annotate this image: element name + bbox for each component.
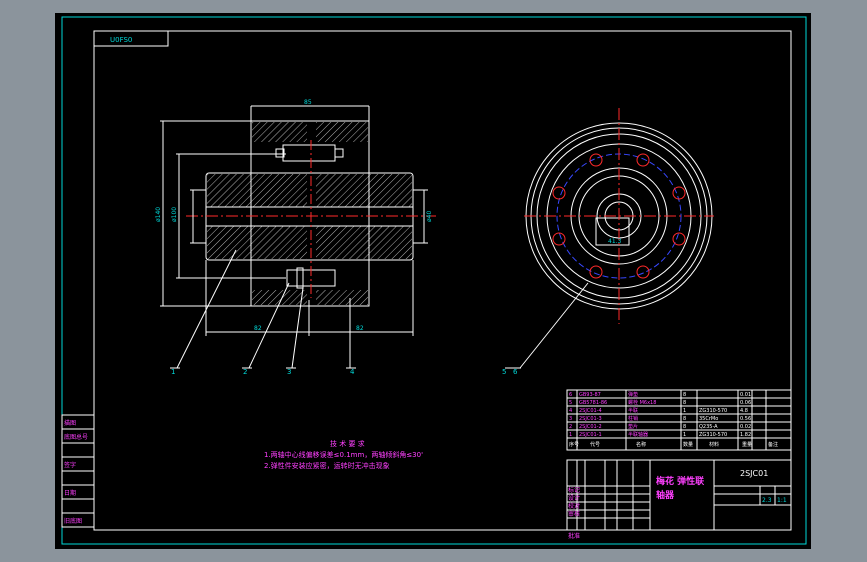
dim-left-length: 82 <box>254 325 262 332</box>
notes-line-1: 1.两轴中心线偏移误差≤0.1mm，两轴倾斜角≤30' <box>264 450 423 459</box>
bom-cell-qty: 8 <box>683 392 686 398</box>
dim-bore-diameter: ø40 <box>426 211 433 222</box>
dim-keyway: 41.3 <box>608 238 622 245</box>
bom-cell-code: GB5781-86 <box>579 400 607 406</box>
code-box-text: U0FS0 <box>110 36 132 44</box>
bom-cell-qty: 8 <box>683 400 686 406</box>
section-view <box>160 105 436 369</box>
callout-5: 5 <box>502 368 506 376</box>
bom-cell-wt: 4.8 <box>740 408 748 414</box>
bom-cell-wt: 1.82 <box>740 432 751 438</box>
bom-cell-qty: 8 <box>683 424 686 430</box>
bom-cell-qty: 8 <box>683 416 686 422</box>
callout-6: 6 <box>513 368 518 376</box>
callout-1: 1 <box>171 368 175 376</box>
bom-cell-mat: ZG310-570 <box>699 432 727 438</box>
bom-cell-code: 2SJC01-1 <box>579 432 602 438</box>
bom-cell-code: 2SJC01-3 <box>579 416 602 422</box>
strip-label-4: 旧底图 <box>64 517 82 525</box>
title-cn-2: 轴器 <box>656 489 675 501</box>
bom-cell-no: 3 <box>569 416 572 422</box>
bom-cell-no: 4 <box>569 408 572 414</box>
bom-cell-mat: ZG310-570 <box>699 408 727 414</box>
bom-cell-name: 垫片 <box>628 423 638 430</box>
drawing-number: 2SJC01 <box>740 469 768 478</box>
bom-cell-qty: 1 <box>683 432 686 438</box>
bom-header-cell: 重量 <box>742 441 752 448</box>
strip-label-0: 描图 <box>64 419 76 427</box>
bom-cell-name: 半联轴器 <box>628 431 648 438</box>
bom-header-cell: 数量 <box>683 441 693 448</box>
cad-drawing: U0FS0 描图 底图总号 签字 日期 旧底图 85 ø140 ø100 ø40… <box>61 16 807 545</box>
dim-right-length: 82 <box>356 325 364 332</box>
title-row-3: 审核 <box>568 510 580 518</box>
title-cn: 梅花 弹性联 <box>656 475 705 487</box>
bom-cell-name: 柱销 <box>628 415 638 422</box>
bom-header-cell: 序号 <box>569 441 579 448</box>
bom-cell-mat: 35CrMo <box>699 416 718 422</box>
outer-border <box>61 16 807 545</box>
bom-header: 序号 代号 名称 数量 材料 重量 备注 <box>569 441 778 448</box>
left-strip-table: 描图 底图总号 签字 日期 旧底图 <box>61 414 95 528</box>
bom-cell-no: 1 <box>569 432 572 438</box>
callout-3: 3 <box>287 368 291 376</box>
bom-cell-wt: 0.06 <box>740 400 751 406</box>
bom-cell-code: GB93-87 <box>579 392 601 398</box>
bom-cell-name: 弹垫 <box>628 391 638 398</box>
bom-header-cell: 备注 <box>768 441 778 448</box>
callout-4: 4 <box>350 368 355 376</box>
sheet-number: 2.3 <box>762 497 772 504</box>
strip-label-2: 签字 <box>64 461 76 469</box>
dim-outer-diameter: ø140 <box>155 207 162 222</box>
bom-cell-wt: 0.02 <box>740 424 751 430</box>
title-row-2: 校对 <box>568 502 580 510</box>
dim-top-width: 85 <box>304 99 312 106</box>
bom-cell-code: 2SJC01-2 <box>579 424 602 430</box>
strip-label-1: 底图总号 <box>64 433 88 441</box>
bom-header-cell: 名称 <box>636 441 646 448</box>
callout-2: 2 <box>243 368 247 376</box>
bom-cell-name: 螺栓 M6x18 <box>628 399 656 406</box>
bom-cell-wt: 0.01 <box>740 392 751 398</box>
title-row-0: 标记 <box>568 486 580 494</box>
approve-label: 批准 <box>568 532 580 540</box>
bom-cell-code: 2SJC01-4 <box>579 408 602 414</box>
bom-cell-name: 半联 <box>628 407 638 414</box>
bom-cell-no: 2 <box>569 424 572 430</box>
bom-header-cell: 材料 <box>709 441 719 448</box>
notes-heading: 技 术 要 求 <box>330 439 365 448</box>
strip-label-3: 日期 <box>64 489 76 497</box>
drawing-scale: 1:1 <box>777 497 787 504</box>
bom-cell-no: 6 <box>569 392 572 398</box>
dim-mid-diameter: ø100 <box>171 207 178 222</box>
bom-cell-wt: 0.56 <box>740 416 751 422</box>
bom-cell-mat: Q235-A <box>699 424 718 430</box>
title-row-1: 设计 <box>568 494 580 502</box>
bom-cell-qty: 1 <box>683 408 686 414</box>
bom-cell-no: 5 <box>569 400 572 406</box>
bom-header-cell: 代号 <box>590 441 600 448</box>
notes-line-2: 2.弹性件安装应紧密，运转时无冲击现象 <box>264 461 390 470</box>
